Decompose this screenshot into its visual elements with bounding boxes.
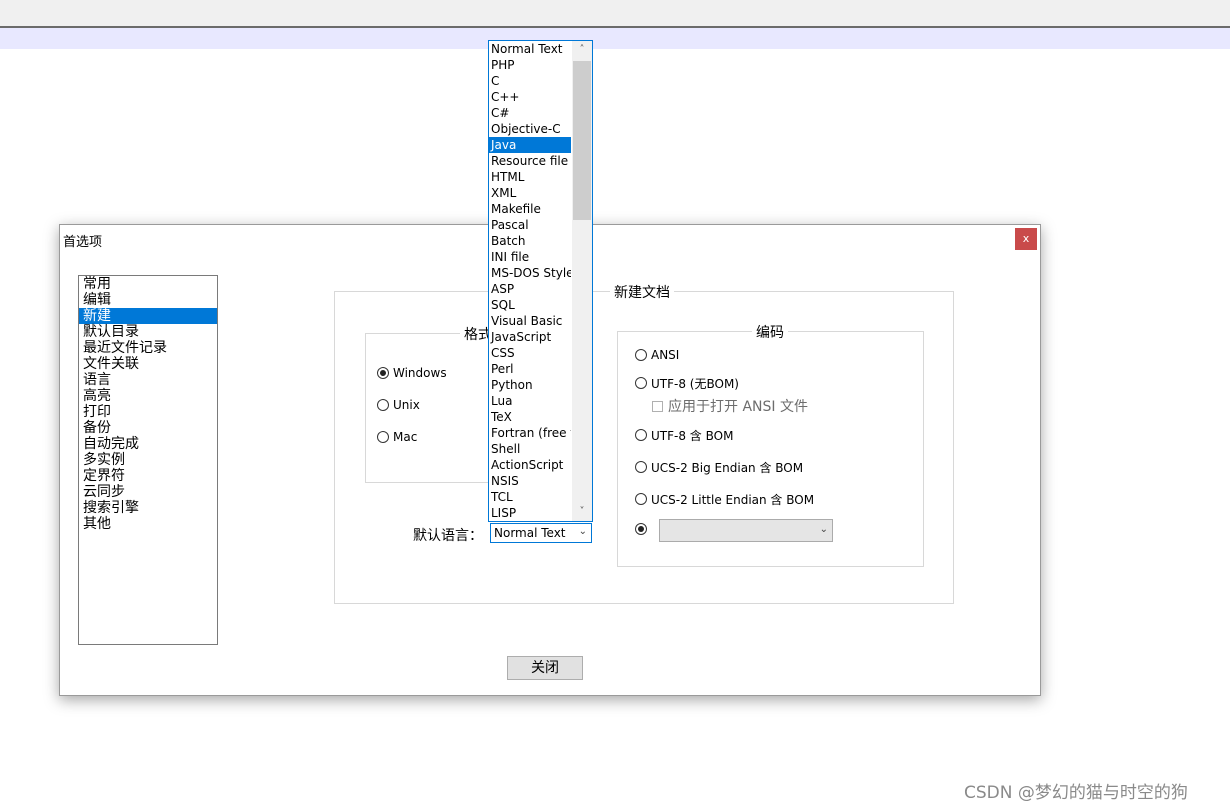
language-option[interactable]: LISP	[489, 505, 571, 521]
language-option[interactable]: Pascal	[489, 217, 571, 233]
encoding-utf8-nobom-radio[interactable]: UTF-8 (无BOM)	[635, 374, 739, 392]
radio-indicator	[635, 377, 647, 389]
language-option[interactable]: Batch	[489, 233, 571, 249]
language-option[interactable]: Perl	[489, 361, 571, 377]
language-option[interactable]: NSIS	[489, 473, 571, 489]
custom-encoding-combo[interactable]: ⌄	[659, 519, 833, 542]
default-language-value: Normal Text	[494, 526, 566, 540]
category-item[interactable]: 编辑	[79, 292, 217, 308]
language-option[interactable]: XML	[489, 185, 571, 201]
category-item[interactable]: 打印	[79, 404, 217, 420]
radio-indicator	[635, 461, 647, 473]
encoding-title: 编码	[752, 322, 788, 342]
category-item[interactable]: 云同步	[79, 484, 217, 500]
language-option[interactable]: SQL	[489, 297, 571, 313]
category-item[interactable]: 自动完成	[79, 436, 217, 452]
language-option[interactable]: PHP	[489, 57, 571, 73]
language-option[interactable]: C#	[489, 105, 571, 121]
language-option[interactable]: Visual Basic	[489, 313, 571, 329]
language-option[interactable]: JavaScript	[489, 329, 571, 345]
category-item[interactable]: 新建	[79, 308, 217, 324]
language-option[interactable]: C++	[489, 89, 571, 105]
language-option[interactable]: Makefile	[489, 201, 571, 217]
language-option[interactable]: TeX	[489, 409, 571, 425]
category-list[interactable]: 常用 编辑 新建 默认目录 最近文件记录 文件关联 语言 高亮 打印 备份 自动完成 多实例 定界符 云同…	[78, 275, 218, 645]
chevron-down-icon: ⌄	[819, 524, 828, 535]
encoding-utf8-bom-radio[interactable]: UTF-8 含 BOM	[635, 426, 733, 444]
radio-indicator	[377, 399, 389, 411]
radio-indicator	[635, 493, 647, 505]
format-windows-radio[interactable]: Windows	[377, 364, 447, 382]
close-button[interactable]: 关闭	[507, 656, 583, 680]
category-item[interactable]: 文件关联	[79, 356, 217, 372]
radio-indicator	[635, 349, 647, 361]
default-language-combo[interactable]: Normal Text ⌄	[490, 523, 592, 543]
category-item[interactable]: 最近文件记录	[79, 340, 217, 356]
language-option[interactable]: Resource file	[489, 153, 571, 169]
language-option[interactable]: Fortran (free fo	[489, 425, 571, 441]
scroll-down-icon[interactable]: ˅	[572, 503, 592, 521]
category-item[interactable]: 常用	[79, 276, 217, 292]
encoding-ansi-radio[interactable]: ANSI	[635, 346, 679, 364]
category-item[interactable]: 其他	[79, 516, 217, 532]
default-language-label: 默认语言：	[413, 528, 483, 544]
language-option[interactable]: ASP	[489, 281, 571, 297]
language-option[interactable]: HTML	[489, 169, 571, 185]
language-option[interactable]: TCL	[489, 489, 571, 505]
format-mac-radio[interactable]: Mac	[377, 428, 417, 446]
close-icon[interactable]: x	[1015, 228, 1037, 250]
top-toolbar	[0, 0, 1230, 28]
encoding-ucs2-le-radio[interactable]: UCS-2 Little Endian 含 BOM	[635, 490, 814, 508]
apply-to-ansi-checkbox[interactable]: 应用于打开 ANSI 文件	[652, 397, 808, 415]
radio-indicator	[377, 431, 389, 443]
category-item[interactable]: 高亮	[79, 388, 217, 404]
language-option[interactable]: Normal Text	[489, 41, 571, 57]
radio-indicator	[635, 523, 647, 535]
category-item[interactable]: 搜索引擎	[79, 500, 217, 516]
language-option[interactable]: ActionScript	[489, 457, 571, 473]
new-document-title: 新建文档	[610, 282, 674, 302]
language-option[interactable]: Objective-C	[489, 121, 571, 137]
language-option[interactable]: MS-DOS Style	[489, 265, 571, 281]
radio-indicator	[635, 429, 647, 441]
language-option[interactable]: CSS	[489, 345, 571, 361]
language-option[interactable]: C	[489, 73, 571, 89]
encoding-custom-radio[interactable]	[635, 520, 651, 538]
category-item[interactable]: 多实例	[79, 452, 217, 468]
radio-indicator	[377, 367, 389, 379]
chevron-down-icon: ⌄	[578, 526, 587, 537]
watermark: CSDN @梦幻的猫与时空的狗	[964, 783, 1188, 803]
category-item[interactable]: 语言	[79, 372, 217, 388]
language-dropdown-list[interactable]: Normal Text PHP C C++ C# Objective-C Java Resou…	[488, 40, 593, 522]
encoding-ucs2-be-radio[interactable]: UCS-2 Big Endian 含 BOM	[635, 458, 803, 476]
dropdown-scrollbar[interactable]: ˄ ˅	[572, 41, 592, 521]
category-item[interactable]: 定界符	[79, 468, 217, 484]
scrollbar-thumb[interactable]	[573, 61, 591, 220]
category-item[interactable]: 默认目录	[79, 324, 217, 340]
format-unix-radio[interactable]: Unix	[377, 396, 420, 414]
category-item[interactable]: 备份	[79, 420, 217, 436]
language-option[interactable]: Lua	[489, 393, 571, 409]
dialog-title: 首选项	[63, 235, 103, 250]
scroll-up-icon[interactable]: ˄	[572, 41, 592, 59]
language-option[interactable]: Shell	[489, 441, 571, 457]
checkbox-indicator	[652, 400, 663, 412]
language-option[interactable]: Python	[489, 377, 571, 393]
language-option[interactable]: Java	[489, 137, 571, 153]
language-option[interactable]: INI file	[489, 249, 571, 265]
current-line-highlight	[0, 28, 1230, 49]
